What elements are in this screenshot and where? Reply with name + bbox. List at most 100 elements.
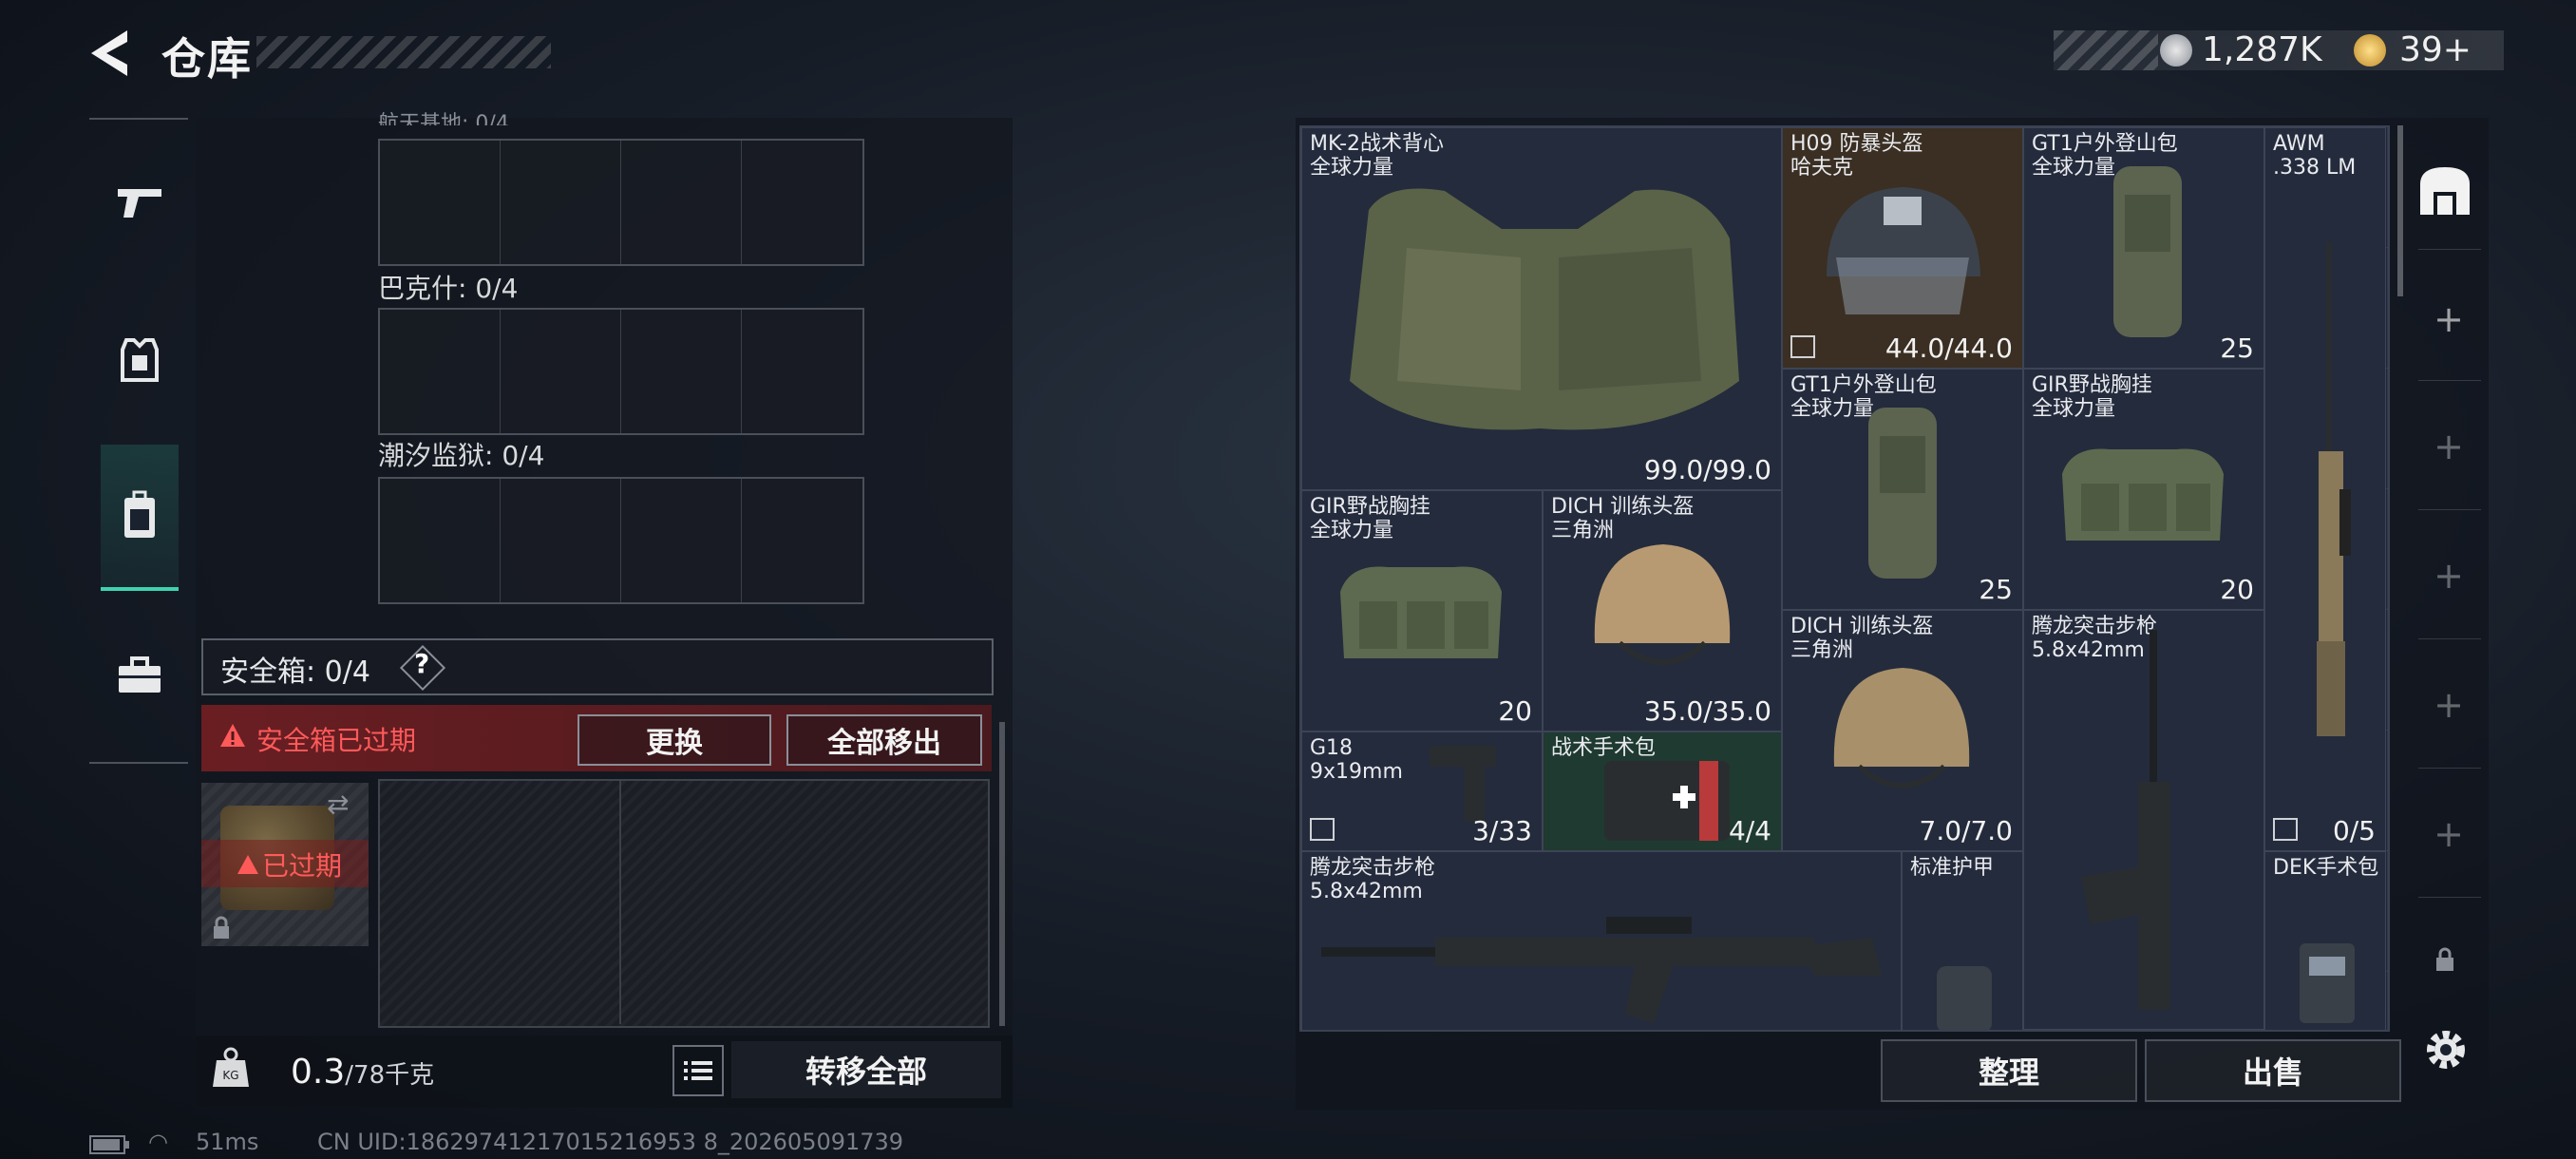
currency-stripe — [2054, 30, 2158, 70]
add-slot-icon[interactable]: + — [2432, 428, 2466, 465]
item-capacity: 25 — [2220, 332, 2254, 364]
expired-text: 安全箱已过期 — [256, 725, 417, 756]
item-name: GIR野战胸挂 全球力量 — [2032, 373, 2152, 421]
chest-rig-image — [2062, 448, 2224, 541]
side-divider — [2418, 897, 2481, 898]
item-chest-rig[interactable]: GIR野战胸挂 全球力量 20 — [2023, 369, 2264, 610]
case-expired-text: 已过期 — [262, 850, 343, 882]
add-slot-icon[interactable]: + — [2432, 558, 2466, 594]
side-divider — [2418, 768, 2481, 769]
inventory-grid[interactable]: MK-2战术背心 全球力量 99.0/99.0 H09 防暴头盔 哈夫克 44.0/… — [1299, 125, 2390, 1032]
helmet-image — [1594, 544, 1731, 665]
organize-button[interactable]: 整理 — [1881, 1039, 2137, 1102]
surgery-kit-image — [2300, 943, 2355, 1023]
list-toggle-button[interactable] — [672, 1045, 724, 1096]
item-name: G18 9x19mm — [1310, 736, 1403, 784]
backpack-tab-icon[interactable] — [2416, 163, 2473, 218]
nav-weapons[interactable] — [101, 163, 179, 241]
gold-coin-icon — [2354, 34, 2386, 66]
pistol-icon — [118, 189, 161, 218]
item-rifle[interactable]: 腾龙突击步枪 5.8x42mm — [2023, 610, 2264, 1030]
item-name: 标准护甲 — [1910, 856, 1995, 880]
item-capacity: 25 — [1979, 574, 2013, 605]
weight-capacity: /78千克 — [345, 1061, 435, 1090]
no-insure-icon — [1310, 818, 1335, 841]
warning-icon — [237, 855, 258, 874]
safebox-label: 安全箱: 0/4 — [220, 656, 370, 689]
list-icon — [684, 1061, 712, 1080]
item-uses: 4/4 — [1728, 815, 1771, 846]
sniper-rifle-image — [2317, 242, 2351, 736]
no-insure-icon — [2273, 818, 2298, 841]
move-all-out-button[interactable]: 全部移出 — [786, 714, 982, 766]
add-slot-icon[interactable]: + — [2432, 687, 2466, 723]
left-scrollbar[interactable] — [999, 722, 1005, 1026]
item-surgery-kit[interactable]: DEK手术包 — [2264, 851, 2386, 1030]
gear-icon[interactable] — [2422, 1026, 2470, 1074]
inventory-scrollbar[interactable] — [2397, 125, 2403, 296]
side-divider — [2418, 638, 2481, 639]
no-insure-icon — [1790, 335, 1815, 358]
vest-image — [1350, 188, 1739, 430]
gold-amount[interactable]: 39+ — [2399, 30, 2472, 69]
add-slot-icon[interactable]: + — [2432, 301, 2466, 337]
item-durability: 7.0/7.0 — [1919, 815, 2014, 846]
item-helmet[interactable]: DICH 训练头盔 三角洲 35.0/35.0 — [1543, 490, 1782, 732]
weight-icon: KG — [213, 1047, 249, 1087]
helmet-image — [1833, 668, 1970, 788]
page-title: 仓库 — [161, 33, 253, 85]
add-slot-icon[interactable]: + — [2432, 816, 2466, 852]
map-slot-grid[interactable] — [378, 308, 864, 435]
battery-icon — [89, 1135, 129, 1154]
side-divider — [2418, 509, 2481, 510]
transfer-all-button[interactable]: 转移全部 — [731, 1041, 1001, 1098]
medkit-image — [1604, 761, 1730, 841]
silver-amount: 1,287K — [2202, 30, 2322, 69]
item-medkit[interactable]: 战术手术包 4/4 — [1543, 732, 1782, 851]
item-backpack[interactable]: GT1户外登山包 全球力量 25 — [1782, 369, 2023, 610]
item-awm[interactable]: AWM .338 LM 0/5 — [2264, 127, 2386, 851]
rifle-image — [1321, 917, 1882, 1023]
section-label: 潮汐监狱: 0/4 — [378, 440, 545, 471]
item-rifle[interactable]: 腾龙突击步枪 5.8x42mm — [1301, 851, 1902, 1030]
side-divider — [2418, 249, 2481, 250]
swap-icon[interactable]: ⇄ — [327, 788, 349, 820]
item-capacity: 20 — [1498, 695, 1532, 727]
item-pistol[interactable]: G18 9x19mm 3/33 — [1301, 732, 1543, 851]
briefcase-icon — [119, 656, 161, 693]
item-durability: 99.0/99.0 — [1643, 454, 1771, 485]
nav-bottom-line — [89, 762, 188, 764]
armor-icon — [121, 338, 159, 382]
ping-text: 51ms — [196, 1129, 259, 1155]
backpack-image — [1868, 408, 1937, 579]
item-durability: 35.0/35.0 — [1643, 695, 1771, 727]
back-icon[interactable] — [85, 27, 133, 80]
nav-backpack[interactable] — [101, 445, 179, 591]
lock-icon — [2436, 947, 2453, 971]
map-slot-grid[interactable] — [378, 477, 864, 604]
item-ammo: 0/5 — [2332, 815, 2376, 846]
section-label: 巴克什: 0/4 — [378, 273, 519, 304]
title-stripe — [256, 36, 551, 68]
item-capacity: 20 — [2220, 574, 2254, 605]
backpack-image — [2113, 166, 2182, 337]
sell-button[interactable]: 出售 — [2145, 1039, 2401, 1102]
item-helmet[interactable]: H09 防暴头盔 哈夫克 44.0/44.0 — [1782, 127, 2023, 369]
item-armor[interactable]: 标准护甲 — [1902, 851, 2023, 1030]
replace-button[interactable]: 更换 — [578, 714, 771, 766]
item-ammo: 3/33 — [1472, 815, 1532, 846]
item-vest[interactable]: MK-2战术背心 全球力量 99.0/99.0 — [1301, 127, 1782, 490]
item-name: AWM .338 LM — [2273, 132, 2357, 180]
safebox-grid-divider — [619, 781, 621, 1024]
nav-gear[interactable] — [101, 321, 179, 399]
item-helmet[interactable]: DICH 训练头盔 三角洲 7.0/7.0 — [1782, 610, 2023, 851]
nav-case[interactable] — [101, 636, 179, 714]
lock-icon — [214, 916, 229, 939]
item-backpack[interactable]: GT1户外登山包 全球力量 25 — [2023, 127, 2264, 369]
help-mark: ? — [414, 648, 430, 679]
warning-icon — [220, 724, 245, 747]
map-slot-grid[interactable] — [378, 139, 864, 266]
safebox-grid[interactable] — [378, 779, 990, 1028]
item-chest-rig[interactable]: GIR野战胸挂 全球力量 20 — [1301, 490, 1543, 732]
weight-readout: 0.3/78千克 — [291, 1053, 434, 1092]
